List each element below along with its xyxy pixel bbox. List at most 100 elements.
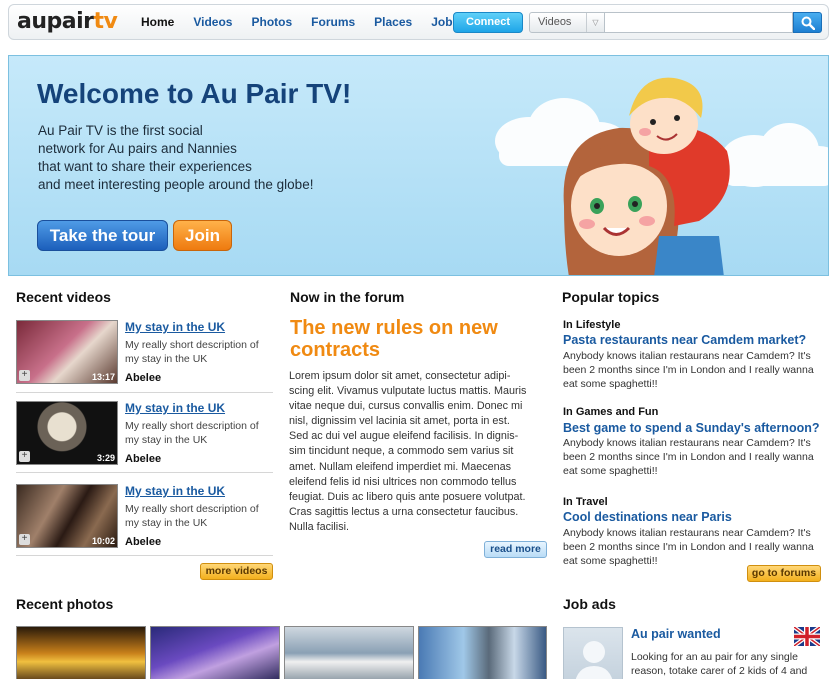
forum-section-title: Now in the forum	[290, 289, 405, 305]
excerpt-line: Lorem ipsum dolor sit amet, consectetur …	[289, 370, 511, 382]
video-item: + 13:17 My stay in the UK My really shor…	[16, 320, 273, 392]
topic-excerpt-line: eat some spaghetti!!	[563, 555, 658, 568]
divider	[16, 472, 273, 473]
topic-excerpt-line: eat some spaghetti!!	[563, 465, 658, 478]
video-duration: 13:17	[91, 372, 115, 382]
nav-photos[interactable]: Photos	[251, 15, 292, 29]
search-type-select[interactable]: Videos ▽	[529, 12, 605, 33]
topic-excerpt-line: Anybody knows italian restaurans near Ca…	[563, 350, 811, 362]
topic-excerpt-line: Anybody knows italian restaurans near Ca…	[563, 527, 811, 539]
divider	[16, 555, 273, 556]
go-to-forums-button[interactable]: go to forums	[747, 565, 821, 582]
avatar[interactable]	[563, 627, 623, 679]
forum-headline-line: The new rules on new	[290, 317, 498, 339]
video-author[interactable]: Abelee	[125, 453, 161, 465]
uk-flag-icon	[794, 627, 820, 646]
photo-thumbnail[interactable]	[284, 626, 414, 679]
video-item: + 10:02 My stay in the UK My really shor…	[16, 484, 273, 556]
video-description: My really short description of my stay in…	[125, 502, 275, 530]
topic-excerpt-line: been 2 months since I'm in London and I …	[563, 451, 814, 464]
excerpt-line: amet. Nullam eleifend imperdiet mi. Maec…	[289, 460, 512, 473]
excerpt-line: Nulla facilisi.	[289, 520, 349, 533]
excerpt-line: eleifend felis id nisi ultrices non comm…	[289, 475, 517, 488]
excerpt-line: Cras sagittis lectus a urna consectetur …	[289, 505, 519, 518]
user-silhouette-icon	[575, 641, 613, 679]
job-title-link[interactable]: Au pair wanted	[631, 627, 721, 641]
topic-excerpt-line: eat some spaghetti!!	[563, 378, 658, 391]
topic-category: In Travel	[563, 496, 608, 508]
video-thumbnail[interactable]: + 10:02	[16, 484, 118, 548]
popular-topics-title: Popular topics	[562, 289, 660, 305]
video-description-line: My really short description of	[125, 503, 259, 515]
video-author[interactable]: Abelee	[125, 536, 161, 548]
video-author[interactable]: Abelee	[125, 372, 161, 384]
video-duration: 10:02	[91, 536, 115, 546]
search-button[interactable]	[793, 12, 822, 33]
excerpt-line: nisl, dignissim vel lacinia sit amet, po…	[289, 415, 510, 428]
add-icon[interactable]: +	[19, 370, 30, 381]
more-videos-button[interactable]: more videos	[200, 563, 273, 580]
photo-thumbnail[interactable]	[16, 626, 146, 679]
forum-excerpt: Lorem ipsum dolor sit amet, consectetur …	[289, 369, 551, 535]
nav-places[interactable]: Places	[374, 15, 412, 29]
add-icon[interactable]: +	[19, 451, 30, 462]
join-button[interactable]: Join	[173, 220, 232, 251]
job-description-line: Looking for an au pair for any single	[631, 651, 798, 663]
topic-excerpt-line: been 2 months since I'm in London and I …	[563, 364, 814, 377]
photo-thumbnail[interactable]	[150, 626, 280, 679]
forum-headline[interactable]: The new rules on new contracts	[290, 317, 540, 361]
video-description-line: My really short description of	[125, 420, 259, 432]
job-description-line: reason, totake carer of 2 kids of 4 and	[631, 665, 808, 678]
intro-line: Au Pair TV is the first social	[38, 123, 203, 138]
chevron-down-icon: ▽	[586, 13, 604, 32]
video-description-line: my stay in the UK	[125, 434, 208, 446]
intro-line: that want to share their experiences	[38, 159, 252, 174]
forum-headline-line: contracts	[290, 339, 381, 361]
site-logo[interactable]: aupairtv	[17, 9, 118, 34]
video-description-line: my stay in the UK	[125, 353, 208, 365]
top-bar: aupairtv Home Videos Photos Forums Place…	[8, 4, 829, 40]
nav-forums[interactable]: Forums	[311, 15, 355, 29]
topic-excerpt-line: been 2 months since I'm in London and I …	[563, 541, 814, 554]
take-tour-button[interactable]: Take the tour	[37, 220, 168, 251]
search-type-value: Videos	[538, 16, 572, 28]
video-description-line: My really short description of	[125, 339, 259, 351]
excerpt-line: sim tincidunt neque, a commodo sem variu…	[289, 445, 514, 458]
search-input[interactable]	[605, 12, 793, 33]
divider	[16, 392, 273, 393]
topic-excerpt-line: Anybody knows italian restaurans near Ca…	[563, 437, 811, 449]
intro-line: and meet interesting people around the g…	[38, 177, 314, 192]
job-ads-title: Job ads	[563, 596, 616, 612]
main-nav: Home Videos Photos Forums Places Jobs	[141, 15, 478, 29]
photo-thumbnail[interactable]	[418, 626, 547, 679]
topic-title-link[interactable]: Pasta restaurants near Camdem market?	[563, 333, 806, 347]
nav-videos[interactable]: Videos	[193, 15, 232, 29]
search-icon	[801, 16, 815, 30]
video-description: My really short description of my stay in…	[125, 338, 275, 366]
topic-category: In Games and Fun	[563, 406, 659, 418]
nav-home[interactable]: Home	[141, 15, 174, 29]
intro-line: network for Au pairs and Nannies	[38, 141, 237, 156]
topic-title-link[interactable]: Best game to spend a Sunday's afternoon?	[563, 421, 820, 435]
video-title-link[interactable]: My stay in the UK	[125, 401, 225, 415]
excerpt-line: Sed ac dui vel augue eleifend facilisis.…	[289, 430, 519, 443]
video-description: My really short description of my stay in…	[125, 419, 275, 447]
excerpt-line: feugiat. Duis ac libero quis ante posuer…	[289, 490, 526, 503]
excerpt-line: scing elit. Vivamus vulputate luctus mat…	[289, 385, 527, 398]
video-thumbnail[interactable]: + 13:17	[16, 320, 118, 384]
topic-excerpt: Anybody knows italian restaurans near Ca…	[563, 526, 825, 569]
video-item: + 3:29 My stay in the UK My really short…	[16, 401, 273, 473]
video-title-link[interactable]: My stay in the UK	[125, 484, 225, 498]
welcome-title: Welcome to Au Pair TV!	[37, 78, 352, 109]
add-icon[interactable]: +	[19, 534, 30, 545]
topic-title-link[interactable]: Cool destinations near Paris	[563, 510, 732, 524]
connect-button[interactable]: Connect	[453, 12, 523, 33]
hero-illustration	[495, 77, 828, 275]
welcome-intro: Au Pair TV is the first social network f…	[38, 122, 358, 194]
welcome-banner: Welcome to Au Pair TV! Au Pair TV is the…	[8, 55, 829, 276]
topic-excerpt: Anybody knows italian restaurans near Ca…	[563, 436, 825, 479]
video-title-link[interactable]: My stay in the UK	[125, 320, 225, 334]
video-thumbnail[interactable]: + 3:29	[16, 401, 118, 465]
read-more-button[interactable]: read more	[484, 541, 547, 558]
recent-photos-title: Recent photos	[16, 596, 114, 612]
